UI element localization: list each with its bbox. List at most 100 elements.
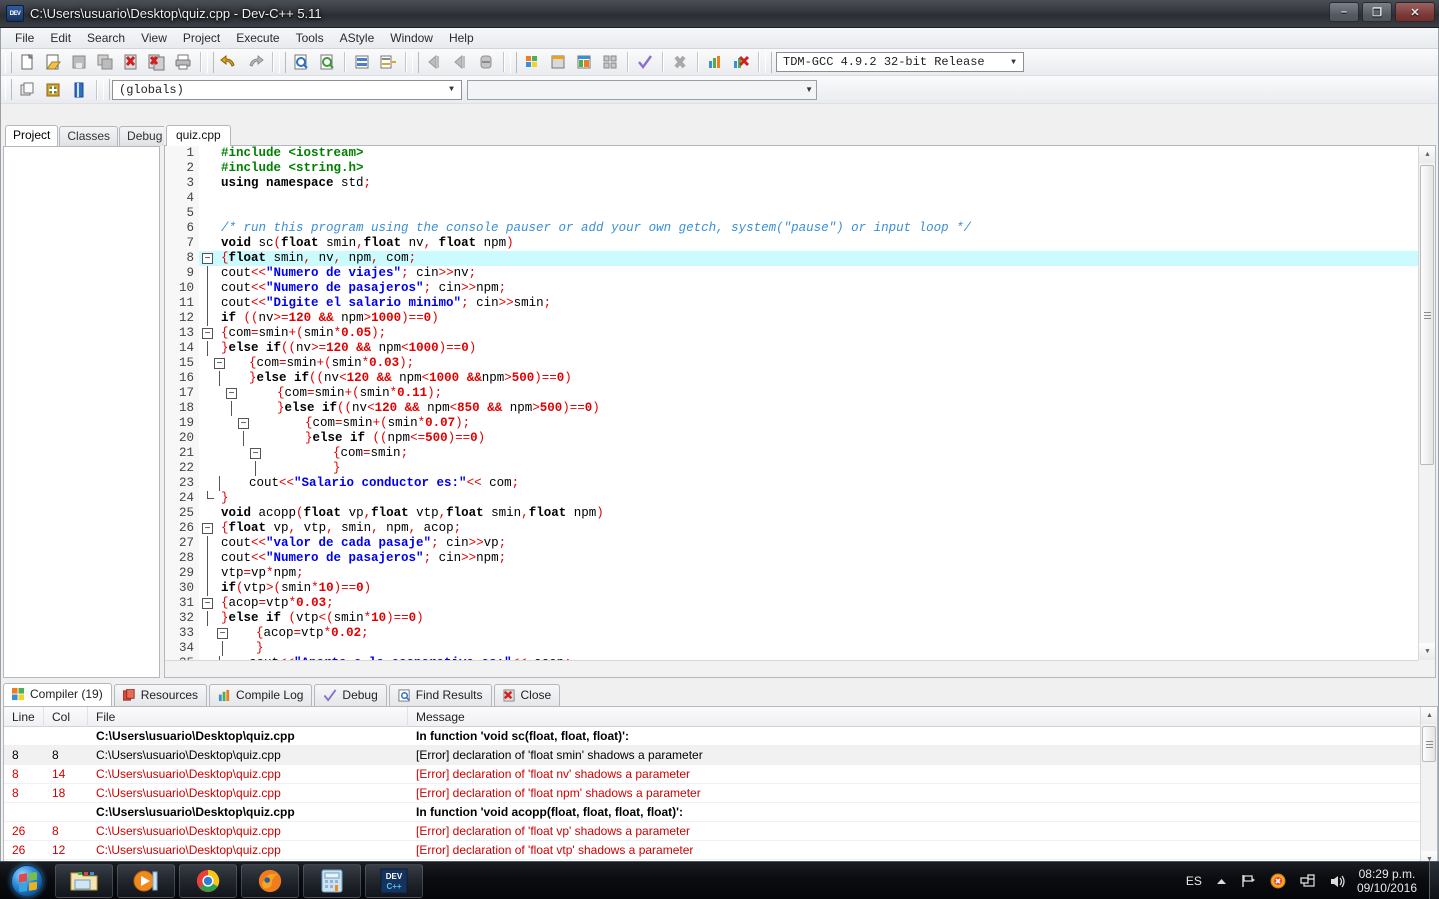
fold-marker[interactable]	[199, 221, 215, 236]
table-row[interactable]: 8 18 C:\Users\usuario\Desktop\quiz.cpp [Err…	[4, 784, 1437, 803]
taskbar-chrome-button[interactable]	[179, 863, 237, 898]
code-line[interactable]: 29 vtp=vp*npm;	[165, 566, 1418, 581]
fold-marker[interactable]	[199, 161, 215, 176]
code-line[interactable]: 14}else if((nv>=120 && npm<1000)==0)	[165, 341, 1418, 356]
code-line[interactable]: 24}	[165, 491, 1418, 506]
code-line[interactable]: 27 cout<<"valor de cada pasaje"; cin>>vp;	[165, 536, 1418, 551]
toolbar-grip[interactable]	[765, 51, 772, 73]
editor-vscroll-thumb[interactable]	[1420, 165, 1434, 465]
menu-project[interactable]: Project	[175, 29, 228, 47]
profile-icon[interactable]	[702, 50, 728, 74]
code-line[interactable]: 8− {float smin, nv, npm, com;	[165, 251, 1418, 266]
menu-file[interactable]: File	[7, 29, 42, 47]
tab-close-panel[interactable]: Close	[493, 684, 561, 706]
toolbar-grip[interactable]	[279, 51, 286, 73]
network-icon[interactable]	[1293, 874, 1323, 888]
code-line[interactable]: 22}	[165, 461, 1418, 476]
tab-compiler[interactable]: Compiler (19)	[3, 683, 112, 706]
scroll-up-icon[interactable]: ▲	[1421, 707, 1437, 724]
syntax-check-icon[interactable]	[632, 50, 658, 74]
code-line[interactable]: 13− {com=smin+(smin*0.05);	[165, 326, 1418, 341]
code-line[interactable]: 30 if(vtp>(smin*10)==0)	[165, 581, 1418, 596]
toolbar-grip[interactable]	[103, 79, 110, 100]
table-row[interactable]: C:\Users\usuario\Desktop\quiz.cpp In func…	[4, 727, 1437, 746]
code-line[interactable]: 3 using namespace std;	[165, 176, 1418, 191]
insert-snippet-icon[interactable]	[14, 78, 40, 102]
menu-window[interactable]: Window	[382, 29, 441, 47]
tab-debug-panel[interactable]: Debug	[314, 684, 387, 706]
fold-collapse-icon[interactable]: −	[202, 253, 213, 264]
new-file-icon[interactable]	[14, 50, 40, 74]
code-line[interactable]: 6 /* run this program using the console p…	[165, 221, 1418, 236]
fold-marker[interactable]	[199, 506, 215, 521]
action-center-flag-icon[interactable]	[1234, 874, 1263, 888]
delete-profile-icon[interactable]	[728, 50, 754, 74]
code-line[interactable]: 19 − {com=smin+(smin*0.07);	[165, 416, 1418, 431]
close-file-icon[interactable]	[118, 50, 144, 74]
chevron-up-icon[interactable]	[1209, 876, 1234, 887]
code-line[interactable]: 28 cout<<"Numero de pasajeros"; cin>>npm;	[165, 551, 1418, 566]
menu-help[interactable]: Help	[441, 29, 482, 47]
close-all-files-icon[interactable]	[144, 50, 170, 74]
taskbar-calculator-button[interactable]	[303, 863, 361, 898]
menu-view[interactable]: View	[133, 29, 175, 47]
toolbar-grip[interactable]	[207, 51, 214, 73]
compiler-set-dropdown[interactable]: TDM-GCC 4.9.2 32-bit Release ▼	[776, 52, 1024, 72]
taskbar-media-player-button[interactable]	[117, 863, 175, 898]
fold-marker[interactable]	[199, 431, 244, 446]
menu-search[interactable]: Search	[79, 29, 133, 47]
tab-quiz-cpp[interactable]: quiz.cpp	[166, 125, 231, 146]
table-row[interactable]: C:\Users\usuario\Desktop\quiz.cpp In func…	[4, 803, 1437, 822]
table-row[interactable]: 26 8 C:\Users\usuario\Desktop\quiz.cpp [Err…	[4, 822, 1437, 841]
code-line[interactable]: 5	[165, 206, 1418, 221]
fold-collapse-icon[interactable]: −	[226, 388, 237, 399]
fold-marker[interactable]: −	[199, 446, 261, 461]
tab-find-results[interactable]: Find Results	[388, 684, 492, 706]
code-line[interactable]: 34}	[165, 641, 1418, 656]
compiler-vertical-scrollbar[interactable]: ▲ ▼	[1420, 707, 1437, 868]
tab-compile-log[interactable]: Compile Log	[209, 684, 313, 706]
fold-marker[interactable]	[199, 191, 215, 206]
scroll-up-icon[interactable]: ▲	[1419, 146, 1435, 163]
column-header-message[interactable]: Message	[408, 707, 1437, 727]
forward-icon[interactable]	[447, 50, 473, 74]
code-line[interactable]: 15 − {com=smin+(smin*0.03);	[165, 356, 1418, 371]
tab-classes[interactable]: Classes	[59, 126, 119, 146]
column-header-line[interactable]: Line	[4, 707, 44, 727]
fold-marker[interactable]	[199, 476, 220, 491]
table-row[interactable]: 26 12 C:\Users\usuario\Desktop\quiz.cpp [Er…	[4, 841, 1437, 860]
editor-vertical-scrollbar[interactable]: ▲ ▼	[1418, 146, 1435, 660]
code-line[interactable]: 16}else if((nv<120 && npm<1000 &&npm>500…	[165, 371, 1418, 386]
antivirus-icon[interactable]	[1263, 873, 1293, 889]
toolbar-grip[interactable]	[5, 79, 12, 100]
code-line[interactable]: 10 cout<<"Numero de pasajeros"; cin>>npm;	[165, 281, 1418, 296]
run-icon[interactable]	[545, 50, 571, 74]
fold-marker[interactable]	[199, 266, 215, 281]
menu-execute[interactable]: Execute	[228, 29, 287, 47]
redo-icon[interactable]	[242, 50, 268, 74]
code-line[interactable]: 7 void sc(float smin,float nv, float npm)	[165, 236, 1418, 251]
goto-bookmark-icon[interactable]	[66, 78, 92, 102]
fold-marker[interactable]	[199, 581, 215, 596]
goto-line-icon[interactable]	[349, 50, 375, 74]
fold-marker[interactable]	[199, 641, 223, 656]
code-line[interactable]: 18}else if((nv<120 && npm<850 && npm>500…	[165, 401, 1418, 416]
fold-collapse-icon[interactable]: −	[214, 358, 225, 369]
code-line[interactable]: 20}else if ((npm<=500)==0)	[165, 431, 1418, 446]
goto-function-icon[interactable]	[375, 50, 401, 74]
stop-execution-icon[interactable]	[667, 50, 693, 74]
toolbar-grip[interactable]	[5, 51, 12, 73]
fold-marker[interactable]: −	[199, 416, 249, 431]
fold-marker[interactable]	[199, 296, 215, 311]
fold-marker[interactable]: −	[199, 326, 215, 341]
code-line[interactable]: 31− {acop=vtp*0.03;	[165, 596, 1418, 611]
fold-marker[interactable]	[199, 566, 215, 581]
table-row[interactable]: 8 8 C:\Users\usuario\Desktop\quiz.cpp [Erro…	[4, 746, 1437, 765]
compiler-vscroll-thumb[interactable]	[1422, 726, 1436, 762]
fold-collapse-icon[interactable]: −	[202, 523, 213, 534]
code-line[interactable]: 23 cout<<"Salario conductor es:"<< com;	[165, 476, 1418, 491]
fold-collapse-icon[interactable]: −	[202, 328, 213, 339]
table-row[interactable]: 8 14 C:\Users\usuario\Desktop\quiz.cpp [Err…	[4, 765, 1437, 784]
fold-collapse-icon[interactable]: −	[202, 598, 213, 609]
minimize-button[interactable]: –	[1329, 2, 1359, 22]
